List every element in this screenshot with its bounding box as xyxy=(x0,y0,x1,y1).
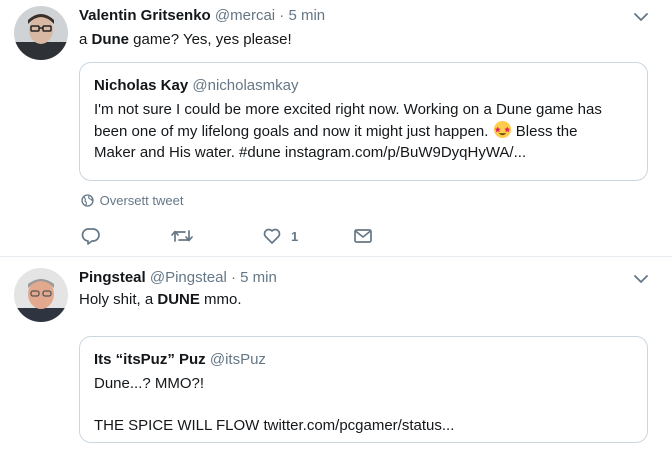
translate-label: Oversett tweet xyxy=(99,193,184,208)
quote-line: Maker and His water. #dune instagram.com… xyxy=(94,144,527,161)
quote-header: Its “itsPuz” Puz @itsPuz xyxy=(94,350,633,369)
reply-icon xyxy=(81,228,100,245)
tweet-text-part: a xyxy=(79,31,92,48)
quote-line: THE SPICE WILL FLOW twitter.com/pcgamer/… xyxy=(94,417,455,434)
tweet-header: Valentin Gritsenko @mercai · 5 min xyxy=(79,6,325,26)
translate-link[interactable]: Oversett tweet xyxy=(81,192,183,210)
timestamp[interactable]: 5 min xyxy=(288,7,325,24)
tweet-pingsteal[interactable]: Pingsteal @Pingsteal · 5 min Holy shit, … xyxy=(0,257,672,457)
like-button[interactable]: 1 xyxy=(262,226,298,246)
quoted-tweet[interactable]: Its “itsPuz” Puz @itsPuz Dune...? MMO?! … xyxy=(79,336,648,443)
like-count: 1 xyxy=(291,228,299,244)
avatar[interactable] xyxy=(14,6,68,60)
tweet-text-bold: Dune xyxy=(91,31,130,48)
author-name[interactable]: Pingsteal xyxy=(79,269,146,286)
quote-author-name: Its “itsPuz” Puz xyxy=(94,351,206,368)
quote-line: I'm not sure I could be more excited rig… xyxy=(94,101,602,118)
separator: · xyxy=(279,7,285,24)
quoted-tweet[interactable]: Nicholas Kay @nicholasmkay I'm not sure … xyxy=(79,62,648,181)
tweet-text-part: mmo. xyxy=(199,291,242,308)
quote-line-text: Bless the xyxy=(511,123,578,140)
tweet-text-part: Holy shit, a xyxy=(79,291,158,308)
tweet-valentin[interactable]: Valentin Gritsenko @mercai · 5 min a Dun… xyxy=(0,0,672,257)
reply-button[interactable] xyxy=(81,226,101,246)
tweet-header: Pingsteal @Pingsteal · 5 min xyxy=(79,268,277,288)
globe-icon xyxy=(81,194,94,207)
tweet-text-bold: DUNE xyxy=(157,291,200,308)
quote-text: I'm not sure I could be more excited rig… xyxy=(94,99,633,163)
quote-line: Dune...? MMO?! xyxy=(94,375,205,392)
avatar[interactable] xyxy=(14,268,68,322)
chevron-down-icon[interactable] xyxy=(634,10,648,24)
tweet-text-part: game? Yes, yes please! xyxy=(129,31,292,48)
chevron-down-icon[interactable] xyxy=(634,272,648,286)
author-name[interactable]: Valentin Gritsenko xyxy=(79,7,211,24)
dm-button[interactable] xyxy=(353,226,373,246)
quote-line-text: been one of my lifelong goals and now it… xyxy=(94,123,489,140)
tweet-text: Holy shit, a DUNE mmo. xyxy=(79,290,242,310)
avatar-image xyxy=(14,268,68,322)
avatar-image xyxy=(14,6,68,60)
star-struck-emoji xyxy=(493,120,511,139)
heart-icon xyxy=(263,228,281,244)
separator: · xyxy=(230,269,236,286)
quote-text: Dune...? MMO?! THE SPICE WILL FLOW twitt… xyxy=(94,373,633,436)
quote-author-handle: @itsPuz xyxy=(209,351,266,368)
tweet-text: a Dune game? Yes, yes please! xyxy=(79,30,292,50)
timestamp[interactable]: 5 min xyxy=(240,269,277,286)
quote-author-handle: @nicholasmkay xyxy=(192,77,299,94)
retweet-button[interactable] xyxy=(171,226,193,246)
author-handle[interactable]: @Pingsteal xyxy=(150,269,227,286)
author-handle[interactable]: @mercai xyxy=(215,7,275,24)
envelope-icon xyxy=(354,229,372,243)
quote-line: been one of my lifelong goals and now it… xyxy=(94,120,633,142)
quote-header: Nicholas Kay @nicholasmkay xyxy=(94,76,633,95)
tweet-actions: 1 xyxy=(81,226,481,248)
retweet-icon xyxy=(171,230,193,242)
quote-author-name: Nicholas Kay xyxy=(94,77,189,94)
